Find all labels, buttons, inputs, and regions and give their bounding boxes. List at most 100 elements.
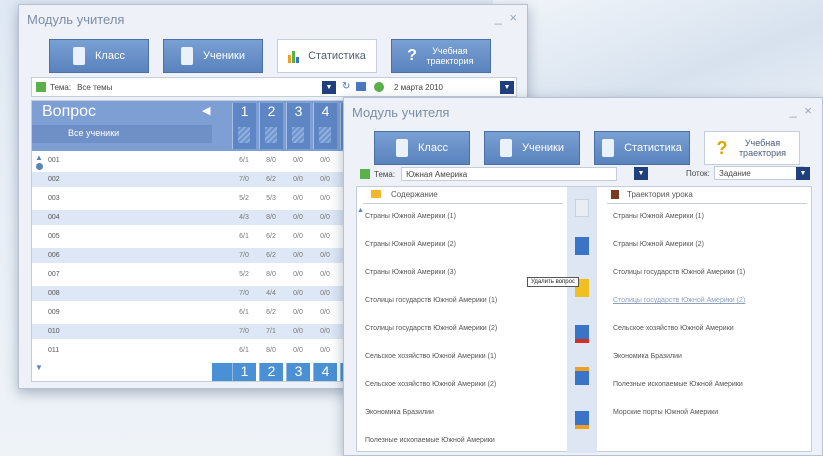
trajectory-item[interactable]: Столицы государств Южной Америки (1) [613, 269, 745, 276]
score-cell: 5/2 [239, 271, 249, 278]
score-cell: 6/1 [239, 309, 249, 316]
content-item[interactable]: Страны Южной Америки (2) [365, 241, 456, 248]
trajectory-header: Траектория урока [627, 190, 693, 199]
trajectory-item[interactable]: Страны Южной Америки (1) [613, 213, 704, 220]
trajectory-item[interactable]: Морские порты Южной Америки [613, 409, 718, 416]
filter-toolbar: Тема: Южная Америка ▼ Поток: Задание ▼ [356, 164, 812, 184]
content-item[interactable]: Столицы государств Южной Америки (2) [365, 325, 497, 332]
tab-class[interactable]: Класс [374, 131, 470, 165]
theme-dropdown-button[interactable]: ▼ [322, 81, 336, 94]
footer-column[interactable]: 3 [286, 363, 310, 381]
column-sort-icon[interactable] [238, 127, 250, 143]
score-cell: 0/0 [320, 157, 330, 164]
mode-select[interactable]: Задание [714, 166, 804, 180]
score-cell: 0/0 [320, 233, 330, 240]
score-cell: 0/0 [320, 347, 330, 354]
filter-toolbar: Тема: Все темы ▼ ↻ 2 марта 2010 ▼ [31, 77, 517, 97]
scroll-down-arrow[interactable]: ▼ [35, 363, 43, 372]
print-icon[interactable] [356, 82, 366, 91]
question-icon: ? [716, 137, 728, 158]
tab-students[interactable]: Ученики [484, 131, 580, 165]
header-collapse-arrow[interactable]: ◀ [202, 104, 210, 117]
score-cell: 0/0 [320, 290, 330, 297]
score-cell: 0/0 [293, 290, 303, 297]
footer-column[interactable]: 1 [232, 363, 256, 381]
score-cell: 8/0 [266, 347, 276, 354]
score-cell: 0/0 [320, 252, 330, 259]
window-title: Модуль учителя _ × [27, 10, 519, 27]
tab-learning-path[interactable]: ? Учебная траектория [704, 131, 800, 165]
tab-class[interactable]: Класс [49, 39, 149, 73]
date-dropdown-button[interactable]: ▼ [500, 81, 514, 94]
window-controls[interactable]: _ × [790, 103, 814, 118]
folder-icon [371, 190, 381, 198]
score-cell: 0/0 [320, 309, 330, 316]
score-cell: 6/2 [266, 252, 276, 259]
student-id: 010 [48, 328, 60, 335]
learning-path-panel: Содержание Траектория урока ▲ Удалить во… [356, 186, 812, 453]
column-sort-icon[interactable] [265, 127, 277, 143]
window-controls[interactable]: _ × [495, 10, 519, 25]
remove-icon[interactable] [575, 325, 589, 343]
footer-bar [212, 363, 232, 381]
tab-students[interactable]: Ученики [163, 39, 263, 73]
class-icon [396, 139, 409, 157]
student-id: 004 [48, 214, 60, 221]
tab-statistics[interactable]: Статистика [277, 39, 377, 73]
theme-icon [360, 169, 370, 179]
tab-statistics[interactable]: Статистика [594, 131, 690, 165]
content-item[interactable]: Экономика Бразилии [365, 409, 434, 416]
student-id: 005 [48, 233, 60, 240]
score-cell: 6/2 [266, 309, 276, 316]
trajectory-item[interactable]: Полезные ископаемые Южной Америки [613, 381, 743, 388]
date-field[interactable]: 2 марта 2010 [394, 83, 443, 92]
add-to-path-icon[interactable] [575, 199, 589, 217]
window-teacher-module-learning-path: Модуль учителя _ × Класс Ученики Статист… [343, 97, 823, 456]
trajectory-item[interactable]: Экономика Бразилии [613, 353, 682, 360]
score-cell: 0/0 [320, 214, 330, 221]
move-up-icon[interactable] [575, 367, 589, 385]
score-cell: 5/3 [266, 195, 276, 202]
content-header: Содержание [391, 190, 438, 199]
theme-select[interactable]: Все темы [77, 83, 112, 92]
theme-icon [36, 82, 46, 92]
score-cell: 0/0 [320, 176, 330, 183]
question-header: Вопрос [42, 103, 97, 120]
refresh-icon[interactable]: ↻ [342, 81, 350, 92]
trajectory-item[interactable]: Сельское хозяйство Южной Америки [613, 325, 734, 332]
content-item[interactable]: Столицы государств Южной Америки (1) [365, 297, 497, 304]
theme-dropdown-button[interactable]: ▼ [634, 167, 648, 180]
trajectory-item[interactable]: Страны Южной Америки (2) [613, 241, 704, 248]
scroll-up-arrow[interactable]: ▲ [357, 207, 364, 214]
content-item[interactable]: Полезные ископаемые Южной Америки [365, 437, 495, 444]
content-item[interactable]: Сельское хозяйство Южной Америки (2) [365, 381, 496, 388]
score-cell: 6/1 [239, 233, 249, 240]
content-item[interactable]: Сельское хозяйство Южной Америки (1) [365, 353, 496, 360]
all-students-subheader: Все ученики [32, 125, 212, 143]
footer-column[interactable]: 4 [313, 363, 337, 381]
score-cell: 0/0 [293, 309, 303, 316]
column-sort-icon[interactable] [292, 127, 304, 143]
column-sort-icon[interactable] [319, 127, 331, 143]
footer-column[interactable]: 2 [259, 363, 283, 381]
content-item[interactable]: Страны Южной Америки (1) [365, 213, 456, 220]
tab-learning-path[interactable]: ? Учебная траектория [391, 39, 491, 73]
book-icon [611, 190, 619, 199]
mode-dropdown-button[interactable]: ▼ [796, 167, 810, 180]
score-cell: 0/0 [293, 157, 303, 164]
score-cell: 6/2 [266, 176, 276, 183]
score-cell: 0/0 [293, 347, 303, 354]
insert-arrow-icon[interactable] [575, 237, 589, 255]
tooltip: Удалить вопрос [527, 277, 579, 287]
theme-select[interactable]: Южная Америка [401, 167, 618, 181]
score-cell: 0/0 [293, 328, 303, 335]
student-id: 007 [48, 271, 60, 278]
calendar-icon[interactable] [374, 82, 384, 92]
score-cell: 4/4 [266, 290, 276, 297]
content-header-line [363, 203, 563, 204]
trajectory-item[interactable]: Столицы государств Южной Америки (2) [613, 297, 745, 304]
score-cell: 4/3 [239, 214, 249, 221]
move-down-icon[interactable] [575, 411, 589, 429]
student-id: 001 [48, 157, 60, 164]
content-item[interactable]: Страны Южной Америки (3) [365, 269, 456, 276]
